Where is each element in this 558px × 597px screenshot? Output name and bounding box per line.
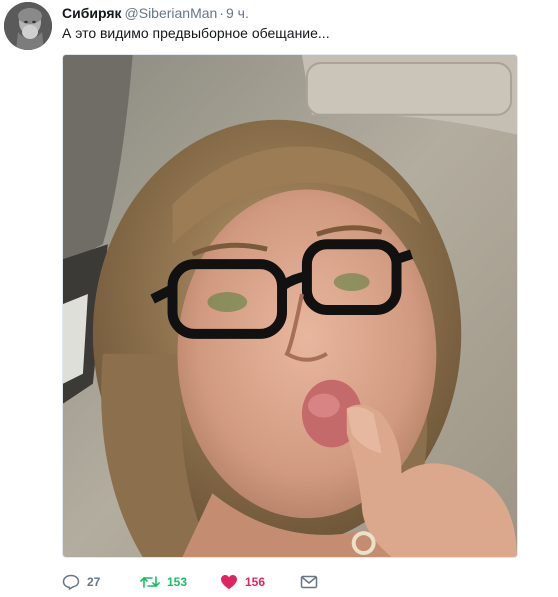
- reply-icon: [62, 574, 80, 590]
- tweet-header: Сибиряк @SiberianMan · 9 ч.: [62, 4, 249, 22]
- tweet: Сибиряк @SiberianMan · 9 ч. А это видимо пр…: [0, 0, 558, 597]
- avatar-image: [4, 2, 52, 50]
- author-avatar[interactable]: [4, 2, 52, 50]
- direct-message-button[interactable]: [300, 572, 324, 592]
- retweet-count: 153: [167, 575, 188, 589]
- heart-icon: [221, 575, 237, 589]
- like-button[interactable]: 156: [220, 572, 300, 592]
- tweet-timestamp[interactable]: 9 ч.: [226, 5, 249, 21]
- photo-image: [63, 55, 517, 557]
- author-display-name[interactable]: Сибиряк: [62, 5, 122, 21]
- tweet-actions: 27 153 156: [62, 572, 324, 592]
- tweet-text: А это видимо предвыборное обещание...: [62, 25, 330, 41]
- header-separator: ·: [219, 5, 224, 21]
- retweet-button[interactable]: 153: [140, 572, 220, 592]
- reply-count: 27: [87, 575, 101, 589]
- envelope-icon: [300, 575, 318, 589]
- retweet-icon: [140, 576, 160, 588]
- tweet-photo[interactable]: [62, 54, 518, 558]
- like-count: 156: [245, 575, 266, 589]
- author-handle[interactable]: @SiberianMan: [125, 5, 218, 21]
- reply-button[interactable]: 27: [62, 572, 140, 592]
